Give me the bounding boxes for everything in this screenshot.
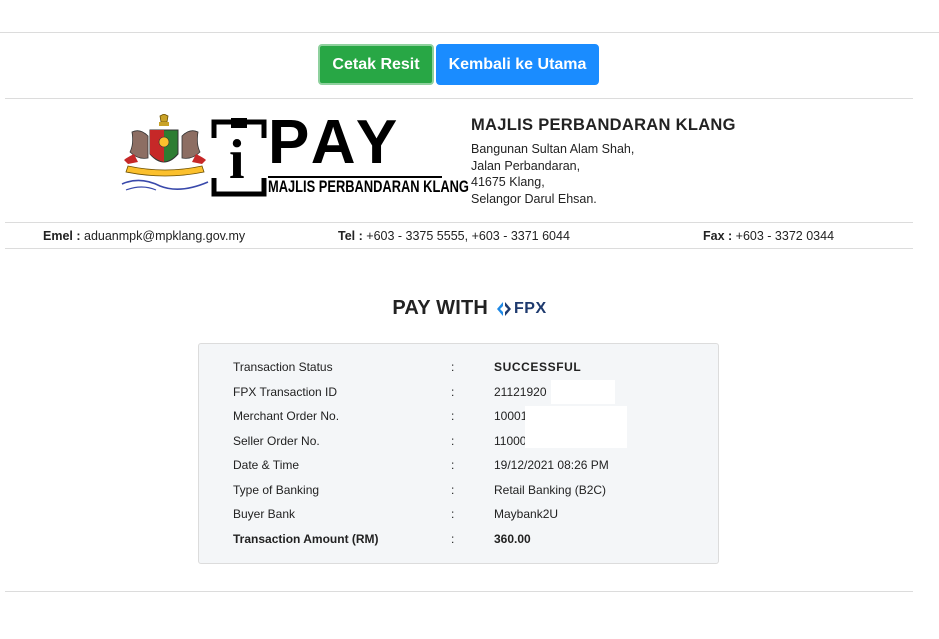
tel-label: Tel : — [338, 229, 363, 243]
contact-divider — [5, 248, 913, 249]
detail-value: Maybank2U — [494, 507, 559, 521]
detail-label: FPX Transaction ID — [233, 385, 338, 399]
footer-divider — [5, 591, 913, 592]
pay-with-heading: PAY WITH FPX — [0, 297, 939, 320]
detail-colon: : — [451, 458, 455, 472]
header-divider — [5, 222, 913, 223]
email-value: aduanmpk@mpklang.gov.my — [84, 229, 246, 243]
detail-value: 21121920 — [494, 385, 547, 399]
back-to-home-button[interactable]: Kembali ke Utama — [436, 44, 599, 85]
email-label: Emel : — [43, 229, 81, 243]
detail-colon: : — [451, 360, 455, 374]
print-receipt-button[interactable]: Cetak Resit — [318, 44, 434, 85]
contact-fax: Fax : +603 - 3372 0344 — [703, 229, 834, 243]
detail-row-buyer-bank: Buyer Bank : Maybank2U — [199, 507, 718, 527]
detail-value: Retail Banking (B2C) — [494, 483, 607, 497]
address-line: Jalan Perbandaran, — [471, 158, 581, 173]
detail-row-datetime: Date & Time : 19/12/2021 08:26 PM — [199, 458, 718, 478]
detail-label: Seller Order No. — [233, 434, 320, 448]
detail-label: Buyer Bank — [233, 507, 296, 521]
detail-value: SUCCESSFUL — [494, 360, 582, 374]
detail-row-status: Transaction Status : SUCCESSFUL — [199, 360, 718, 380]
detail-label: Merchant Order No. — [233, 409, 340, 423]
contact-email: Emel : aduanmpk@mpklang.gov.my — [43, 229, 245, 243]
address-line: Bangunan Sultan Alam Shah, — [471, 142, 635, 156]
transaction-details-card: Transaction Status : SUCCESSFUL FPX Tran… — [198, 343, 719, 564]
ipay-subtitle: MAJLIS PERBANDARAN KLANG — [268, 178, 469, 196]
pay-with-label: PAY WITH — [392, 297, 489, 319]
detail-row-seller-order: Seller Order No. : 11000 — [199, 434, 718, 454]
ipay-brand-text: PAY — [268, 108, 404, 177]
detail-value: 19/12/2021 08:26 PM — [494, 458, 609, 472]
detail-value: 11000 — [494, 434, 527, 448]
detail-value: 360.00 — [494, 532, 531, 546]
detail-colon: : — [451, 507, 455, 521]
tel-value: +603 - 3375 5555, +603 - 3371 6044 — [366, 229, 570, 243]
detail-label: Transaction Amount (RM) — [233, 532, 379, 546]
detail-colon: : — [451, 434, 455, 448]
buttons-divider — [5, 98, 913, 99]
redaction-mask — [525, 406, 627, 448]
organization-name: MAJLIS PERBANDARAN KLANG — [471, 116, 736, 134]
detail-colon: : — [451, 409, 455, 423]
detail-row-amount: Transaction Amount (RM) : 360.00 — [199, 532, 718, 552]
ipay-logo: i PAY MAJLIS PERBANDARAN KLANG — [211, 112, 469, 200]
detail-colon: : — [451, 483, 455, 497]
detail-row-banking-type: Type of Banking : Retail Banking (B2C) — [199, 483, 718, 503]
fpx-arrows-icon — [497, 301, 512, 316]
detail-row-merchant-order: Merchant Order No. : 10001 — [199, 409, 718, 429]
detail-label: Date & Time — [233, 458, 300, 472]
fax-value: +603 - 3372 0344 — [735, 229, 835, 243]
redaction-mask — [551, 380, 615, 404]
municipal-crest-icon — [121, 114, 209, 191]
detail-value: 10001 — [494, 409, 528, 423]
fax-label: Fax : — [703, 229, 733, 243]
detail-label: Type of Banking — [233, 483, 320, 497]
ipay-i-letter: i — [229, 129, 245, 191]
address-line: Selangor Darul Ehsan. — [471, 191, 597, 206]
detail-colon: : — [451, 532, 455, 546]
contact-tel: Tel : +603 - 3375 5555, +603 - 3371 6044 — [338, 229, 570, 243]
organization-address: Bangunan Sultan Alam Shah, Jalan Perband… — [471, 141, 736, 207]
top-divider — [0, 32, 939, 33]
organization-info: MAJLIS PERBANDARAN KLANG Bangunan Sultan… — [471, 116, 736, 207]
fpx-label: FPX — [514, 299, 547, 317]
fpx-logo: FPX — [496, 300, 547, 318]
detail-colon: : — [451, 385, 455, 399]
detail-label: Transaction Status — [233, 360, 333, 374]
address-line: 41675 Klang, — [471, 175, 545, 189]
detail-row-fpx-id: FPX Transaction ID : 21121920 — [199, 385, 718, 405]
